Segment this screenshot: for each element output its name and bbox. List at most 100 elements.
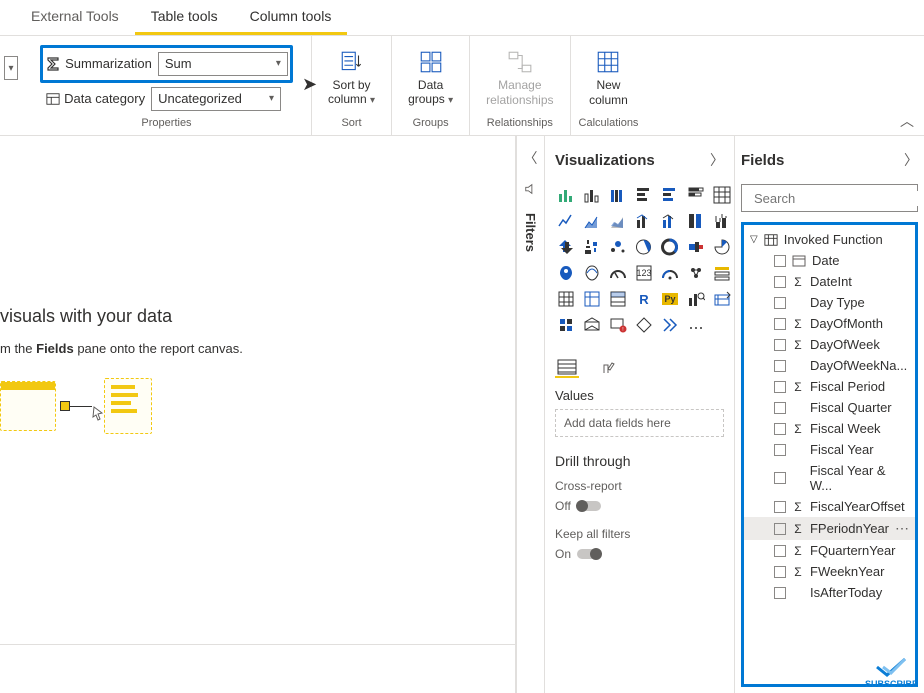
ribbon-collapse-button[interactable]: ︿ bbox=[900, 111, 914, 131]
field-checkbox[interactable] bbox=[774, 501, 786, 513]
viz-type-5[interactable] bbox=[685, 184, 707, 206]
field-checkbox[interactable] bbox=[774, 472, 786, 484]
cross-report-toggle[interactable]: Off bbox=[555, 499, 724, 513]
viz-type-2[interactable] bbox=[607, 184, 629, 206]
report-canvas[interactable]: visuals with your data m the Fields pane… bbox=[0, 136, 516, 693]
format-dropdown-left[interactable]: ▾ bbox=[4, 56, 18, 80]
viz-type-35[interactable] bbox=[555, 314, 577, 336]
viz-type-15[interactable] bbox=[581, 236, 603, 258]
data-category-control: Data category Uncategorized▾ bbox=[40, 87, 293, 111]
visualizations-collapse-button[interactable]: 〉 bbox=[710, 150, 724, 170]
field-checkbox[interactable] bbox=[774, 297, 786, 309]
field-item[interactable]: Date bbox=[744, 250, 915, 271]
keep-filters-toggle[interactable]: On bbox=[555, 547, 724, 561]
viz-type-34[interactable] bbox=[711, 288, 733, 310]
viz-type-32[interactable]: Py bbox=[659, 288, 681, 310]
field-checkbox[interactable] bbox=[774, 255, 786, 267]
viz-type-13[interactable] bbox=[711, 210, 733, 232]
viz-type-20[interactable] bbox=[711, 236, 733, 258]
field-checkbox[interactable] bbox=[774, 402, 786, 414]
speaker-icon[interactable] bbox=[524, 182, 538, 199]
fields-collapse-button[interactable]: 〉 bbox=[904, 150, 918, 170]
field-item[interactable]: ΣDayOfWeek bbox=[744, 334, 915, 355]
viz-type-25[interactable] bbox=[659, 262, 681, 284]
viz-type-0[interactable] bbox=[555, 184, 577, 206]
viz-type-31[interactable]: R bbox=[633, 288, 655, 310]
field-item[interactable]: Fiscal Year & W... bbox=[744, 460, 915, 496]
values-drop-zone[interactable]: Add data fields here bbox=[555, 409, 724, 437]
field-item[interactable]: ΣFiscal Period bbox=[744, 376, 915, 397]
viz-type-18[interactable] bbox=[659, 236, 681, 258]
viz-type-3[interactable] bbox=[633, 184, 655, 206]
viz-type-9[interactable] bbox=[607, 210, 629, 232]
field-checkbox[interactable] bbox=[774, 444, 786, 456]
viz-type-24[interactable]: 123 bbox=[633, 262, 655, 284]
field-item[interactable]: Fiscal Quarter bbox=[744, 397, 915, 418]
viz-type-16[interactable] bbox=[607, 236, 629, 258]
viz-type-11[interactable] bbox=[659, 210, 681, 232]
viz-type-37[interactable]: ! bbox=[607, 314, 629, 336]
field-item[interactable]: ΣFWeeknYear bbox=[744, 561, 915, 582]
viz-type-1[interactable] bbox=[581, 184, 603, 206]
viz-type-23[interactable] bbox=[607, 262, 629, 284]
viz-type-30[interactable] bbox=[607, 288, 629, 310]
field-checkbox[interactable] bbox=[774, 545, 786, 557]
viz-type-26[interactable] bbox=[685, 262, 707, 284]
viz-type-19[interactable] bbox=[685, 236, 707, 258]
field-checkbox[interactable] bbox=[774, 587, 786, 599]
field-checkbox[interactable] bbox=[774, 360, 786, 372]
field-checkbox[interactable] bbox=[774, 381, 786, 393]
more-icon[interactable]: ⋯ bbox=[895, 520, 909, 537]
new-column-button[interactable]: New column bbox=[581, 44, 636, 111]
viz-type-4[interactable] bbox=[659, 184, 681, 206]
field-checkbox[interactable] bbox=[774, 276, 786, 288]
viz-format-tab[interactable] bbox=[597, 358, 621, 378]
viz-type-17[interactable] bbox=[633, 236, 655, 258]
viz-type-39[interactable] bbox=[659, 314, 681, 336]
fields-search-box[interactable] bbox=[741, 184, 918, 212]
tab-column-tools[interactable]: Column tools bbox=[234, 0, 348, 35]
viz-fields-tab[interactable] bbox=[555, 358, 579, 378]
field-item[interactable]: Fiscal Year bbox=[744, 439, 915, 460]
sort-by-column-button[interactable]: Sort by column ▾ bbox=[320, 44, 383, 111]
field-item[interactable]: ΣDateInt bbox=[744, 271, 915, 292]
viz-type-21[interactable] bbox=[555, 262, 577, 284]
relationships-icon bbox=[506, 48, 534, 76]
viz-type-33[interactable] bbox=[685, 288, 707, 310]
field-checkbox[interactable] bbox=[774, 318, 786, 330]
tab-table-tools[interactable]: Table tools bbox=[135, 0, 234, 35]
field-item[interactable]: ΣFPeriodnYear⋯ bbox=[744, 517, 915, 540]
viz-type-40[interactable] bbox=[685, 314, 707, 336]
viz-type-36[interactable] bbox=[581, 314, 603, 336]
fields-search-input[interactable] bbox=[754, 191, 924, 206]
viz-type-22[interactable] bbox=[581, 262, 603, 284]
viz-type-10[interactable] bbox=[633, 210, 655, 232]
field-item[interactable]: IsAfterToday bbox=[744, 582, 915, 603]
field-item[interactable]: ΣFQuarternYear bbox=[744, 540, 915, 561]
tab-external-tools[interactable]: External Tools bbox=[15, 0, 135, 35]
field-item[interactable]: ΣDayOfMonth bbox=[744, 313, 915, 334]
viz-type-7[interactable] bbox=[555, 210, 577, 232]
viz-type-12[interactable] bbox=[685, 210, 707, 232]
viz-type-28[interactable] bbox=[555, 288, 577, 310]
viz-type-27[interactable] bbox=[711, 262, 733, 284]
field-checkbox[interactable] bbox=[774, 523, 786, 535]
viz-type-29[interactable] bbox=[581, 288, 603, 310]
filters-expand-button[interactable]: 〈 bbox=[524, 148, 538, 168]
data-category-dropdown[interactable]: Uncategorized▾ bbox=[151, 87, 281, 111]
table-header[interactable]: ▽ Invoked Function bbox=[744, 229, 915, 250]
summarization-dropdown[interactable]: Sum▾ bbox=[158, 52, 288, 76]
sigma-icon bbox=[45, 56, 61, 72]
field-checkbox[interactable] bbox=[774, 423, 786, 435]
field-item[interactable]: ΣFiscalYearOffset bbox=[744, 496, 915, 517]
viz-type-14[interactable] bbox=[555, 236, 577, 258]
viz-type-6[interactable] bbox=[711, 184, 733, 206]
field-item[interactable]: Day Type bbox=[744, 292, 915, 313]
field-checkbox[interactable] bbox=[774, 566, 786, 578]
field-item[interactable]: ΣFiscal Week bbox=[744, 418, 915, 439]
viz-type-38[interactable] bbox=[633, 314, 655, 336]
viz-type-8[interactable] bbox=[581, 210, 603, 232]
field-item[interactable]: DayOfWeekNa... bbox=[744, 355, 915, 376]
field-checkbox[interactable] bbox=[774, 339, 786, 351]
data-groups-button[interactable]: Data groups ▾ bbox=[400, 44, 461, 111]
